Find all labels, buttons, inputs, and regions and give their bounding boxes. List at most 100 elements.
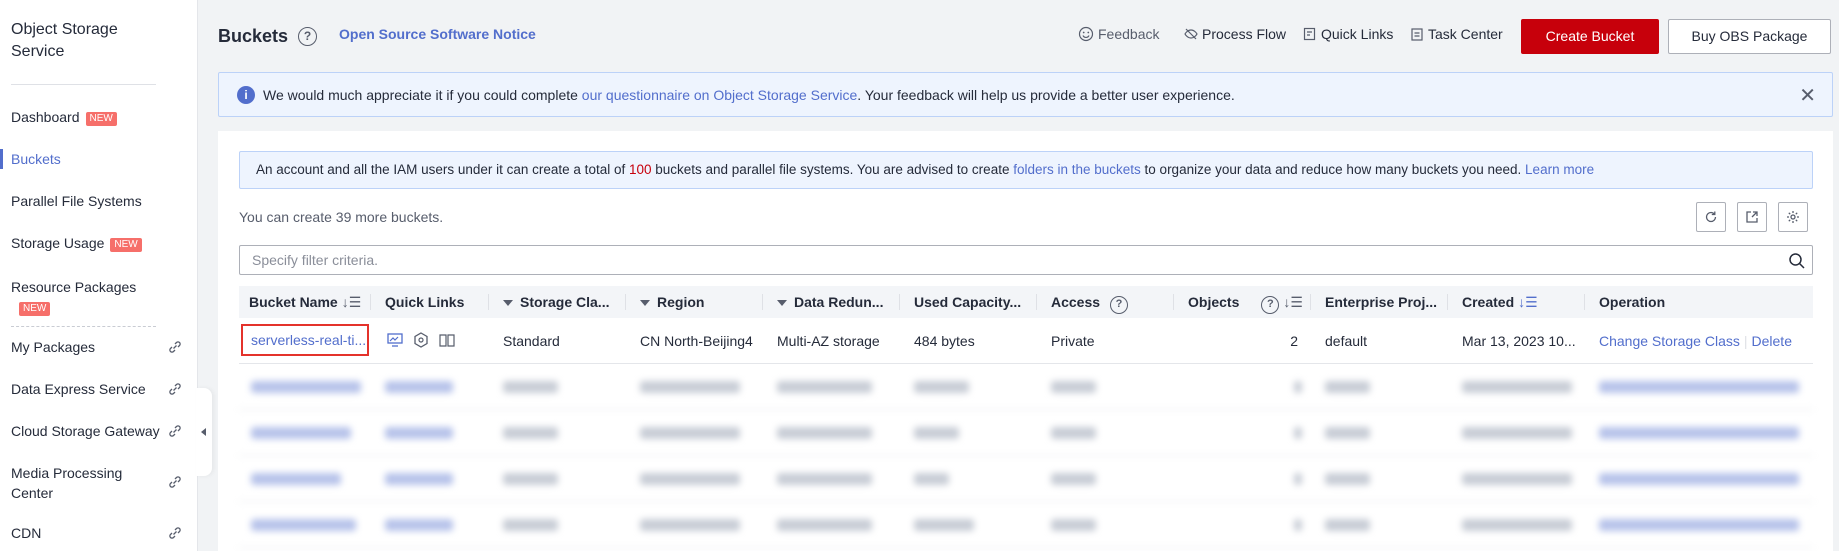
sort-icon[interactable]: ↓☰ [342, 286, 362, 318]
link-separator: | [1743, 333, 1748, 349]
refresh-button[interactable] [1696, 202, 1726, 232]
redacted-text [914, 427, 959, 439]
process-flow-button[interactable]: Process Flow [1184, 26, 1286, 42]
filter-icon[interactable] [503, 300, 513, 306]
column-created[interactable]: Created ↓☰ [1452, 286, 1582, 318]
redacted-text [1325, 381, 1370, 393]
redacted-text [640, 473, 740, 485]
new-badge: NEW [85, 112, 117, 126]
column-divider [1584, 294, 1585, 310]
region-cell: CN North-Beijing4 [640, 333, 753, 349]
redacted-text [1462, 473, 1572, 485]
search-icon[interactable] [1788, 252, 1806, 270]
external-link-icon [169, 383, 181, 395]
column-label: Region [657, 294, 705, 310]
tip-text: buckets and parallel file systems. You a… [651, 162, 1014, 177]
learn-more-link[interactable]: Learn more [1525, 162, 1594, 177]
sidebar-item-storage-usage[interactable]: Storage Usage NEW [0, 235, 198, 252]
help-icon[interactable]: ? [1110, 296, 1129, 314]
sidebar-collapse-handle[interactable] [196, 388, 212, 476]
redacted-text [1051, 519, 1096, 531]
redacted-text [1599, 473, 1799, 485]
redacted-text [1599, 519, 1799, 531]
close-icon[interactable]: ✕ [1799, 83, 1816, 108]
new-badge: NEW [110, 238, 142, 252]
sidebar-item-resource-packages[interactable]: Resource Packages NEW [0, 277, 198, 317]
page-header: Buckets ? Open Source Software Notice Fe… [198, 0, 1839, 70]
column-label: Data Redun... [794, 294, 884, 310]
sidebar-item-dashboard[interactable]: Dashboard NEW [0, 109, 198, 126]
column-data-redundancy[interactable]: Data Redun... [767, 286, 897, 318]
storage-class-cell: Standard [503, 333, 560, 349]
sidebar-item-parallel-file-systems[interactable]: Parallel File Systems [0, 193, 198, 209]
feedback-button[interactable]: Feedback [1078, 26, 1159, 42]
folders-link[interactable]: folders in the buckets [1013, 162, 1141, 177]
redacted-text [385, 427, 453, 439]
redacted-text [1599, 427, 1799, 439]
quick-links-button[interactable]: Quick Links [1303, 26, 1393, 42]
column-access: Access? [1041, 286, 1171, 318]
search-input[interactable] [240, 246, 1740, 274]
column-label: Access [1051, 294, 1101, 310]
redacted-text [1325, 473, 1370, 485]
filter-icon[interactable] [777, 300, 787, 306]
oss-notice-link[interactable]: Open Source Software Notice [339, 26, 536, 42]
sidebar-item-label: Buckets [11, 151, 61, 167]
column-objects[interactable]: Objects? ↓☰ [1178, 286, 1308, 318]
table-row [239, 456, 1813, 502]
table-row [239, 364, 1813, 410]
redacted-text [251, 519, 356, 531]
book-icon[interactable] [437, 330, 457, 350]
redacted-text [1462, 381, 1572, 393]
filter-search-box[interactable] [239, 245, 1813, 275]
delete-link[interactable]: Delete [1752, 333, 1792, 349]
redacted-text [385, 381, 453, 393]
redacted-text [640, 519, 740, 531]
filter-icon[interactable] [640, 300, 650, 306]
hexagon-settings-icon[interactable] [411, 330, 431, 350]
table-row: serverless-real-ti... Standard CN North-… [239, 318, 1813, 364]
export-button[interactable] [1737, 202, 1767, 232]
sort-icon[interactable]: ↓☰ [1283, 286, 1303, 318]
clipboard-icon [1411, 28, 1423, 41]
create-bucket-button[interactable]: Create Bucket [1521, 19, 1659, 54]
column-label: Bucket Name [249, 294, 338, 310]
sidebar-item-label: Media Processing Center [11, 465, 123, 501]
redacted-text [251, 381, 361, 393]
column-storage-class[interactable]: Storage Cla... [493, 286, 623, 318]
column-enterprise-project: Enterprise Proj... [1325, 294, 1438, 310]
monitor-icon[interactable] [385, 330, 405, 350]
sidebar-item-label: Dashboard [11, 109, 80, 125]
bucket-name-link[interactable]: serverless-real-ti... [241, 324, 369, 356]
redacted-text [1051, 427, 1096, 439]
access-cell: Private [1051, 333, 1095, 349]
help-icon[interactable]: ? [298, 27, 317, 46]
redacted-text [251, 473, 341, 485]
help-icon[interactable]: ? [1261, 296, 1280, 314]
table-header: Bucket Name ↓☰ Quick Links Storage Cla...… [239, 286, 1813, 318]
column-divider [1173, 294, 1174, 310]
settings-button[interactable] [1778, 202, 1808, 232]
external-link-icon [169, 476, 181, 488]
gear-icon [1787, 211, 1799, 223]
column-divider [762, 294, 763, 310]
buy-obs-package-button[interactable]: Buy OBS Package [1668, 19, 1831, 54]
tip-text: to organize your data and reduce how man… [1140, 162, 1526, 177]
remaining-buckets-text: You can create 39 more buckets. [239, 209, 444, 225]
questionnaire-link[interactable]: our questionnaire on Object Storage Serv… [582, 87, 858, 103]
redacted-text [1294, 381, 1302, 393]
column-bucket-name[interactable]: Bucket Name ↓☰ [239, 286, 369, 318]
column-region[interactable]: Region [630, 286, 760, 318]
quick-links-label: Quick Links [1321, 26, 1394, 42]
redacted-text [640, 381, 740, 393]
sidebar-item-media-processing-center[interactable]: Media Processing Center [0, 463, 140, 503]
column-divider [625, 294, 626, 310]
redacted-text [385, 519, 453, 531]
sort-icon[interactable]: ↓☰ [1518, 286, 1538, 318]
task-center-button[interactable]: Task Center [1410, 26, 1503, 42]
redacted-text [1294, 519, 1302, 531]
page-title: Buckets [218, 26, 289, 46]
sidebar-item-buckets[interactable]: Buckets [0, 149, 198, 169]
eye-off-icon [1184, 28, 1198, 40]
change-storage-class-link[interactable]: Change Storage Class [1599, 333, 1740, 349]
